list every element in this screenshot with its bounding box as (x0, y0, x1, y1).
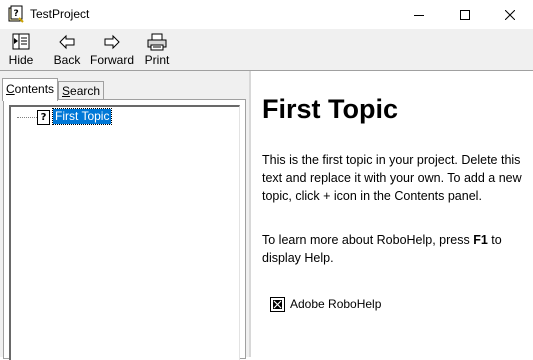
tab-contents[interactable]: Contents (2, 78, 58, 101)
forward-arrow-icon (104, 34, 120, 50)
tab-contents-accel: C (6, 82, 15, 96)
minimize-icon (414, 14, 424, 16)
help-topic-icon: ? (37, 110, 50, 125)
window-title: TestProject (30, 7, 90, 21)
close-icon (505, 9, 515, 20)
tab-contents-label: ontents (14, 82, 55, 96)
page-title: First Topic (262, 94, 399, 124)
print-label: Print (144, 53, 170, 67)
topic-content: First Topic This is the first topic in y… (252, 71, 533, 357)
tree-item-first-topic[interactable]: First Topic (51, 108, 113, 125)
contents-panel: ? First Topic (3, 99, 246, 360)
hide-button[interactable]: Hide (4, 29, 38, 69)
svg-text:?: ? (14, 9, 19, 19)
back-arrow-icon (59, 34, 75, 50)
navigation-pane: Contents Search ? First Topic (0, 71, 251, 360)
help-text-start: To learn more about RoboHelp, press (262, 233, 474, 247)
toolbar: Hide Back Forward Print (0, 29, 533, 71)
maximize-button[interactable] (442, 0, 488, 29)
tab-search[interactable]: Search (58, 81, 104, 101)
title-bar: ? TestProject (0, 0, 533, 29)
tree-connector (17, 117, 37, 118)
hide-label: Hide (8, 53, 34, 67)
close-button[interactable] (487, 0, 533, 29)
help-key: F1 (473, 233, 488, 247)
help-project-icon: ? (8, 5, 24, 23)
broken-image-icon (270, 297, 285, 312)
hide-pane-icon (12, 33, 30, 50)
printer-icon (147, 33, 167, 51)
forward-label: Forward (89, 53, 134, 67)
back-button[interactable]: Back (50, 29, 84, 69)
brand-label: Adobe RoboHelp (290, 297, 382, 311)
back-label: Back (53, 53, 81, 67)
contents-tree[interactable]: ? First Topic (9, 105, 240, 360)
tab-search-accel: S (62, 84, 71, 98)
help-paragraph: To learn more about RoboHelp, press F1 t… (262, 231, 532, 267)
maximize-icon (460, 9, 470, 20)
minimize-button[interactable] (396, 0, 442, 29)
intro-paragraph: This is the first topic in your project.… (262, 153, 522, 203)
print-button[interactable]: Print (140, 29, 174, 69)
tab-search-label: earch (70, 84, 101, 98)
forward-button[interactable]: Forward (89, 29, 135, 69)
